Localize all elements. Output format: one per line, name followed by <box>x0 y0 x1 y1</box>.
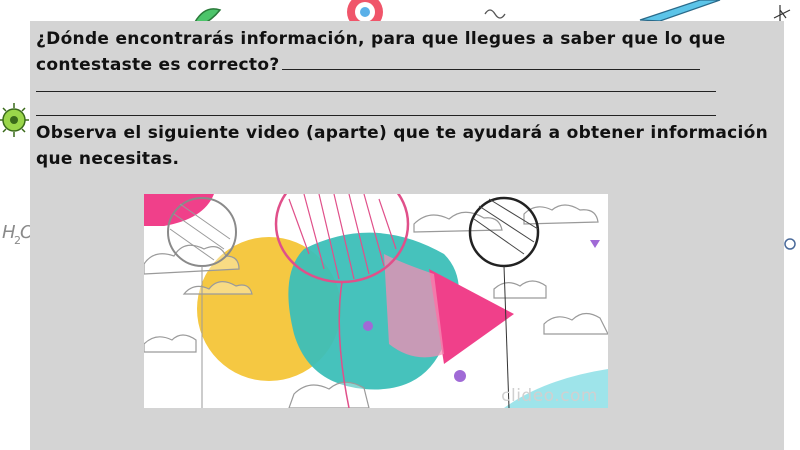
purple-triangle <box>590 240 600 248</box>
purple-dot <box>454 370 466 382</box>
question-line-2-text: contestaste es correcto? <box>36 55 280 75</box>
pencil-icon <box>639 0 721 22</box>
answer-line-2 <box>36 115 716 116</box>
instruction-text: Observa el siguiente video (aparte) que … <box>36 123 768 169</box>
bubble-icon <box>784 238 796 250</box>
scribble-icon <box>484 9 506 19</box>
question-line-2: contestaste es correcto? <box>36 52 766 78</box>
question-line-1: ¿Dónde encontrarás información, para que… <box>36 29 726 49</box>
answer-line-1 <box>36 91 716 92</box>
virus-icon <box>0 103 29 137</box>
video-watermark: clideo.com <box>501 386 598 406</box>
video-artwork <box>144 194 608 408</box>
answer-blank-inline <box>281 55 700 70</box>
purple-dot <box>363 321 373 331</box>
video-thumbnail[interactable]: clideo.com <box>144 194 608 408</box>
question-text: ¿Dónde encontrarás información, para que… <box>36 26 766 78</box>
